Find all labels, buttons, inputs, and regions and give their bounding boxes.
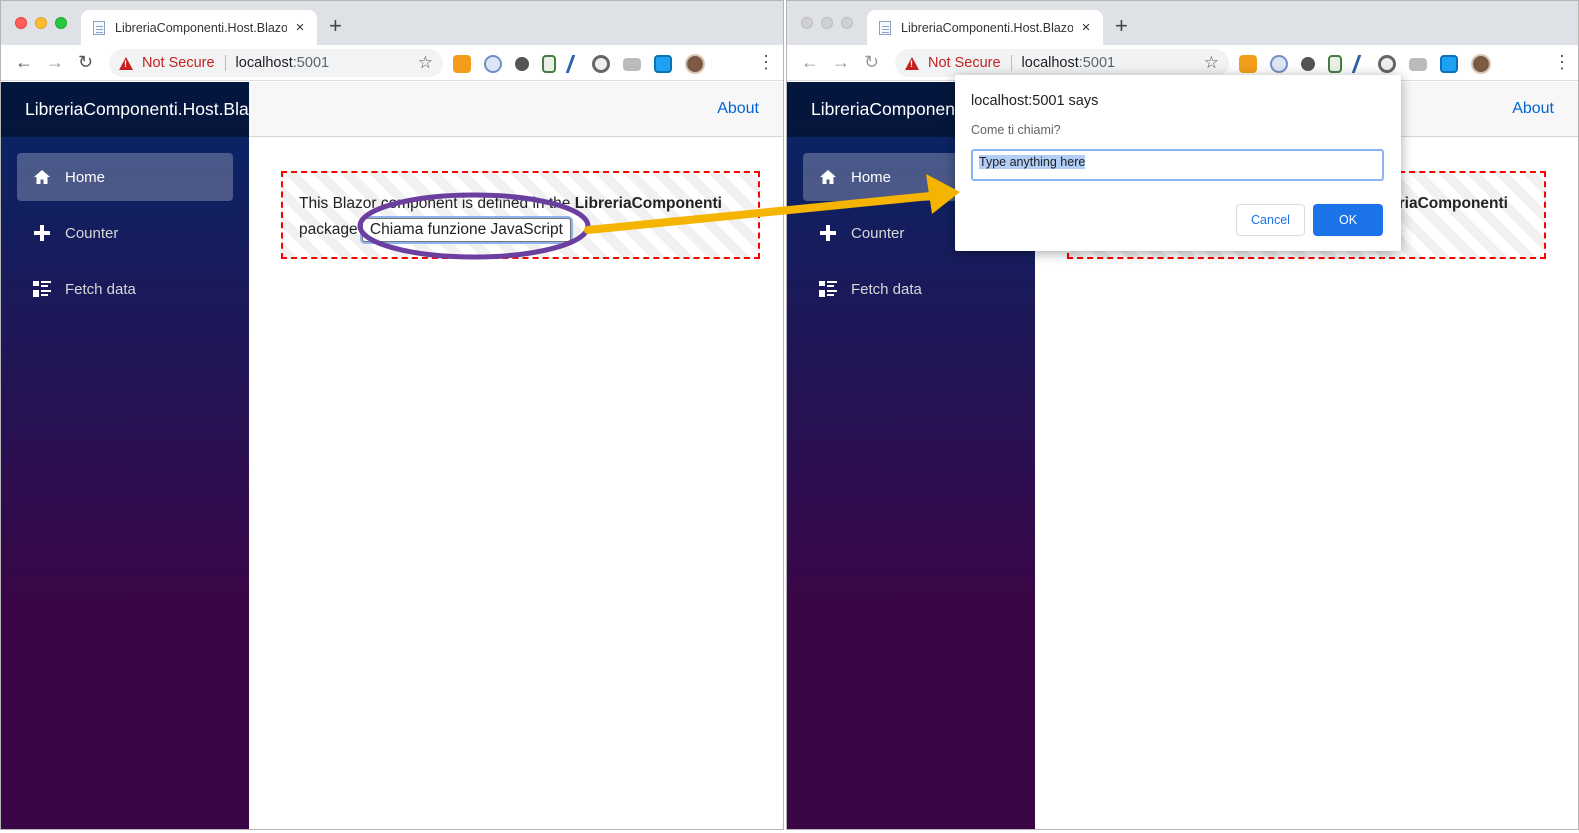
nav-item-fetch-data[interactable]: Fetch data <box>17 265 233 313</box>
extension-window-icon[interactable] <box>654 55 672 73</box>
home-icon <box>33 169 51 185</box>
app-brand[interactable]: LibreriaComponenti.Host.Blazor <box>1 82 249 137</box>
browser-window-left: LibreriaComponenti.Host.Blazor × + ← → ↻… <box>0 0 784 830</box>
nav-item-label: Counter <box>65 224 119 242</box>
plus-icon <box>33 224 51 242</box>
nav-item-label: Fetch data <box>65 280 136 298</box>
tab-strip: LibreriaComponenti.Host.Blazor × + <box>787 1 1578 45</box>
extension-dark-circle-icon[interactable] <box>515 57 529 71</box>
component-text-2: package <box>299 221 358 238</box>
new-tab-button[interactable]: + <box>1115 15 1128 37</box>
ok-button[interactable]: OK <box>1313 204 1383 236</box>
minimize-window-button[interactable] <box>35 17 47 29</box>
url-text[interactable]: localhost:5001 <box>236 55 418 71</box>
plus-icon <box>819 224 837 242</box>
prompt-input[interactable]: Type anything here <box>971 149 1384 181</box>
nav-item-label: Home <box>851 168 892 186</box>
top-row: About <box>249 82 783 137</box>
component-text: This Blazor component is defined in the <box>299 195 575 212</box>
tab-close-icon[interactable]: × <box>293 19 307 36</box>
nav-item-label: Fetch data <box>851 280 922 298</box>
address-bar[interactable]: Not Secure localhost:5001 ☆ <box>109 49 443 77</box>
browser-toolbar: ← → ↻ Not Secure localhost:5001 ☆ <box>1 45 783 81</box>
address-bar[interactable]: Not Secure localhost:5001 ☆ <box>895 49 1229 77</box>
screenshot-stage: LibreriaComponenti.Host.Blazor × + ← → ↻… <box>0 0 1579 833</box>
dialog-title: localhost:5001 says <box>971 93 1099 109</box>
js-prompt-dialog: localhost:5001 says Come ti chiami? Type… <box>955 75 1401 251</box>
divider <box>1010 55 1012 71</box>
close-window-button[interactable] <box>15 17 27 29</box>
extension-sheet-icon[interactable] <box>1328 55 1342 73</box>
nav-item-label: Home <box>65 168 106 186</box>
tab-strip: LibreriaComponenti.Host.Blazor × + <box>1 1 783 45</box>
page-favicon-icon <box>879 20 891 35</box>
back-arrow-icon[interactable]: ← <box>801 53 819 71</box>
forward-arrow-icon[interactable]: → <box>46 53 64 71</box>
extension-sheet-icon[interactable] <box>542 55 556 73</box>
extension-blue-circle-icon[interactable] <box>484 55 502 73</box>
extensions-bar <box>1239 54 1491 74</box>
page-favicon-icon <box>93 20 105 35</box>
maximize-window-button[interactable] <box>841 17 853 29</box>
menu-kebab-icon[interactable]: ⋮ <box>1553 53 1571 71</box>
nav-item-fetch-data[interactable]: Fetch data <box>803 265 1019 313</box>
extension-chat-icon[interactable] <box>1409 57 1427 71</box>
home-icon <box>819 169 837 185</box>
package-name: LibreriaComponenti <box>574 195 722 212</box>
library-component-box: This Blazor component is defined in the … <box>281 171 760 259</box>
cancel-button[interactable]: Cancel <box>1236 204 1305 236</box>
extension-eye-icon[interactable] <box>592 55 610 73</box>
divider <box>224 55 226 71</box>
reload-icon[interactable]: ↻ <box>78 53 93 71</box>
window-controls <box>15 17 67 29</box>
prompt-input-value: Type anything here <box>979 155 1086 169</box>
url-text[interactable]: localhost:5001 <box>1022 55 1204 71</box>
profile-avatar[interactable] <box>685 54 705 74</box>
about-link[interactable]: About <box>1512 100 1554 118</box>
security-label[interactable]: Not Secure <box>142 55 215 71</box>
bookmark-star-icon[interactable]: ☆ <box>418 53 433 73</box>
reload-icon[interactable]: ↻ <box>864 53 879 71</box>
list-icon <box>33 281 51 297</box>
blazor-page: LibreriaComponenti.Host.Blazor Home Coun… <box>1 82 783 829</box>
bookmark-star-icon[interactable]: ☆ <box>1204 53 1219 73</box>
browser-tab[interactable]: LibreriaComponenti.Host.Blazor × <box>81 10 317 45</box>
tab-title: LibreriaComponenti.Host.Blazor <box>901 20 1073 35</box>
extension-blue-circle-icon[interactable] <box>1270 55 1288 73</box>
nav-item-label: Counter <box>851 224 905 242</box>
extension-window-icon[interactable] <box>1440 55 1458 73</box>
nav-item-counter[interactable]: Counter <box>17 209 233 257</box>
call-js-button[interactable]: Chiama funzione JavaScript <box>361 218 571 242</box>
menu-kebab-icon[interactable]: ⋮ <box>757 53 775 71</box>
nav-list: Home Counter Fetch data <box>1 137 249 313</box>
forward-arrow-icon[interactable]: → <box>832 53 850 71</box>
warning-icon <box>905 56 919 70</box>
tab-title: LibreriaComponenti.Host.Blazor <box>115 20 287 35</box>
sidebar: LibreriaComponenti.Host.Blazor Home Coun… <box>1 82 249 829</box>
tab-close-icon[interactable]: × <box>1079 19 1093 36</box>
window-controls <box>801 17 853 29</box>
dialog-message: Come ti chiami? <box>971 123 1061 137</box>
maximize-window-button[interactable] <box>55 17 67 29</box>
close-window-button[interactable] <box>801 17 813 29</box>
extension-tool-icon[interactable] <box>1351 55 1369 73</box>
extension-orange-icon[interactable] <box>1239 55 1257 73</box>
about-link[interactable]: About <box>717 100 759 118</box>
extension-eye-icon[interactable] <box>1378 55 1396 73</box>
extensions-bar <box>453 54 705 74</box>
browser-tab[interactable]: LibreriaComponenti.Host.Blazor × <box>867 10 1103 45</box>
profile-avatar[interactable] <box>1471 54 1491 74</box>
security-label[interactable]: Not Secure <box>928 55 1001 71</box>
new-tab-button[interactable]: + <box>329 15 342 37</box>
list-icon <box>819 281 837 297</box>
back-arrow-icon[interactable]: ← <box>15 53 33 71</box>
extension-chat-icon[interactable] <box>623 57 641 71</box>
extension-dark-circle-icon[interactable] <box>1301 57 1315 71</box>
minimize-window-button[interactable] <box>821 17 833 29</box>
extension-tool-icon[interactable] <box>565 55 583 73</box>
extension-orange-icon[interactable] <box>453 55 471 73</box>
nav-item-home[interactable]: Home <box>17 153 233 201</box>
warning-icon <box>119 56 133 70</box>
